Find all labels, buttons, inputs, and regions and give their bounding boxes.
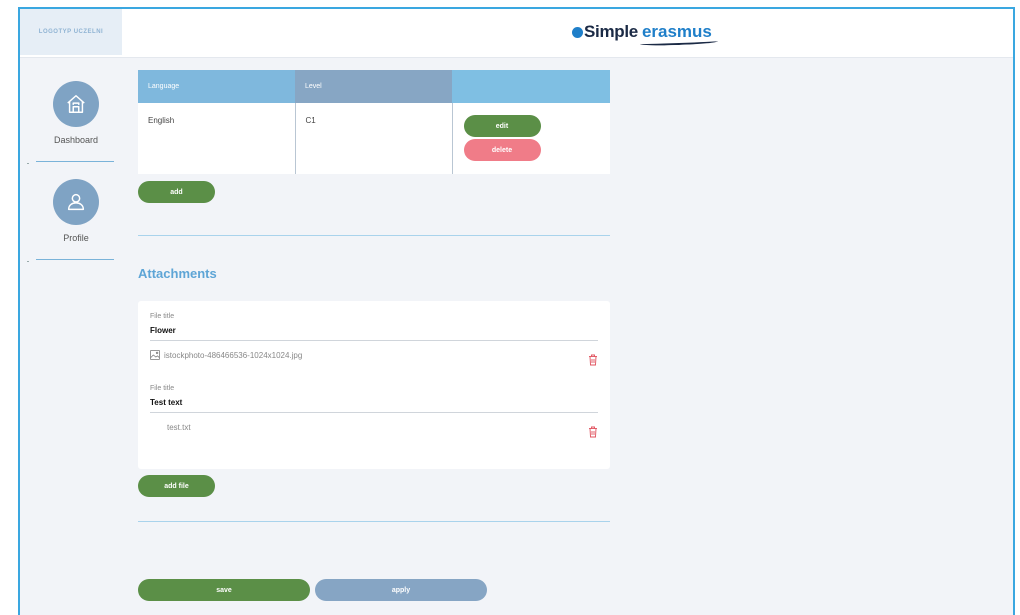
logo-text: LOGOTYP UCZELNI (38, 29, 104, 35)
home-icon-circle[interactable] (53, 81, 99, 127)
file-row: istockphoto-486466536-1024x1024.jpg (150, 349, 598, 366)
attachment-item: File title Test text test.txt (150, 385, 598, 438)
table-row: English C1 edit delete (138, 103, 610, 174)
delete-button[interactable]: delete (463, 139, 541, 161)
file-title-label: File title (150, 313, 175, 320)
sidebar-item-label-profile: Profile (63, 233, 89, 243)
university-logo: LOGOTYP UCZELNI (20, 9, 122, 55)
attachments-panel: File title Flower istockphoto-486466536-… (138, 301, 610, 469)
table-header-row: Language Level (138, 70, 610, 103)
file-name[interactable]: test.txt (167, 423, 191, 432)
file-title-value[interactable]: Test text (150, 398, 598, 413)
save-button[interactable]: save (138, 579, 310, 601)
attachments-heading: Attachments (138, 266, 217, 281)
top-header: LOGOTYP UCZELNI Simple erasmus (20, 9, 1013, 58)
file-title-value[interactable]: Flower (150, 326, 598, 341)
attachment-item: File title Flower istockphoto-486466536-… (150, 313, 598, 366)
edit-button[interactable]: edit (463, 115, 541, 137)
brand-name-simple: Simple (584, 22, 638, 41)
user-icon-circle[interactable] (53, 179, 99, 225)
cell-actions: edit delete (452, 103, 610, 174)
file-title-label: File title (150, 385, 175, 392)
home-icon (67, 95, 85, 113)
languages-table: Language Level English C1 edit delete (138, 70, 610, 174)
cell-level: C1 (295, 103, 453, 174)
brand-dot-icon (572, 26, 583, 38)
sidebar-tick (27, 261, 29, 262)
image-file-icon (150, 350, 160, 360)
sidebar: Dashboard Profile (20, 58, 132, 615)
file-name[interactable]: istockphoto-486466536-1024x1024.jpg (164, 351, 302, 360)
trash-icon[interactable] (588, 354, 598, 366)
brand-logo: Simple erasmus (572, 22, 712, 42)
trash-icon[interactable] (588, 426, 598, 438)
main-content: Language Level English C1 edit delete ad… (138, 70, 610, 601)
file-row: test.txt (150, 421, 598, 438)
user-icon (67, 193, 85, 211)
brand-name-erasmus: erasmus (641, 22, 712, 41)
sidebar-item-dashboard[interactable]: Dashboard (20, 81, 132, 145)
sidebar-tick (27, 163, 29, 164)
sidebar-item-label-dashboard: Dashboard (53, 135, 99, 145)
column-header-language: Language (138, 70, 295, 103)
form-actions: save apply (138, 579, 487, 601)
add-file-button[interactable]: add file (138, 475, 215, 497)
app-frame: LOGOTYP UCZELNI Simple erasmus Dashboard (18, 7, 1015, 615)
sidebar-divider (36, 161, 114, 162)
sidebar-item-profile[interactable]: Profile (20, 179, 132, 243)
column-header-level: Level (295, 70, 452, 103)
sidebar-divider (36, 259, 114, 260)
section-divider (138, 521, 610, 522)
cell-language: English (138, 103, 296, 174)
apply-button[interactable]: apply (315, 579, 487, 601)
section-divider (138, 235, 610, 236)
column-header-actions (452, 70, 610, 103)
add-language-button[interactable]: add (138, 181, 215, 203)
